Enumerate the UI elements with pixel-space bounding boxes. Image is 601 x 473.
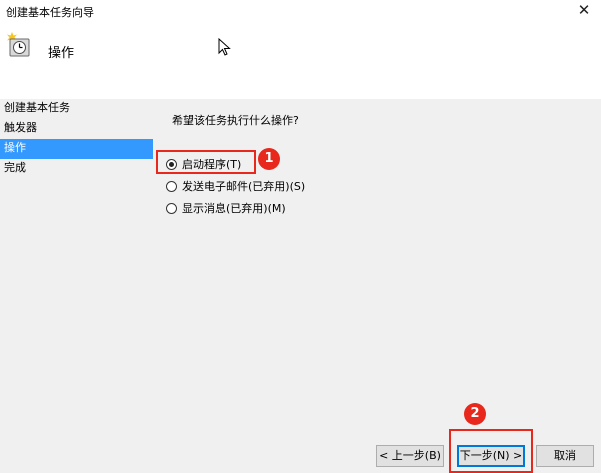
step-badge-2: 2 [464,403,486,425]
scheduled-task-clock-icon [6,32,30,58]
nav-item-finish[interactable]: 完成 [0,159,153,179]
radio-send-email[interactable]: 发送电子邮件(已弃用)(S) [166,177,305,195]
step-badge-1: 1 [258,148,280,170]
nav-item-trigger[interactable]: 触发器 [0,119,153,139]
radio-label-display-message: 显示消息(已弃用)(M) [182,202,286,215]
highlight-box-next [449,429,533,473]
page-title: 操作 [48,46,75,61]
highlight-box-option [156,150,256,174]
window-title: 创建基本任务向导 [6,6,94,19]
nav-item-action[interactable]: 操作 [0,139,153,159]
cancel-button[interactable]: 取消 [536,445,594,467]
mouse-pointer-icon [218,37,232,58]
radio-button-display-message[interactable] [166,202,177,214]
wizard-step-list: 创建基本任务 触发器 操作 完成 [0,99,153,179]
radio-display-message[interactable]: 显示消息(已弃用)(M) [166,199,305,217]
action-prompt: 希望该任务执行什么操作? [172,114,299,127]
main-panel: 创建基本任务 触发器 操作 完成 希望该任务执行什么操作? 启动程序(T) 发送… [0,99,601,473]
radio-button-send-email[interactable] [166,180,177,192]
back-button[interactable]: < 上一步(B) [376,445,444,467]
radio-label-send-email: 发送电子邮件(已弃用)(S) [182,180,306,193]
close-button[interactable]: ✕ [575,2,593,18]
nav-item-create-basic-task[interactable]: 创建基本任务 [0,99,153,119]
